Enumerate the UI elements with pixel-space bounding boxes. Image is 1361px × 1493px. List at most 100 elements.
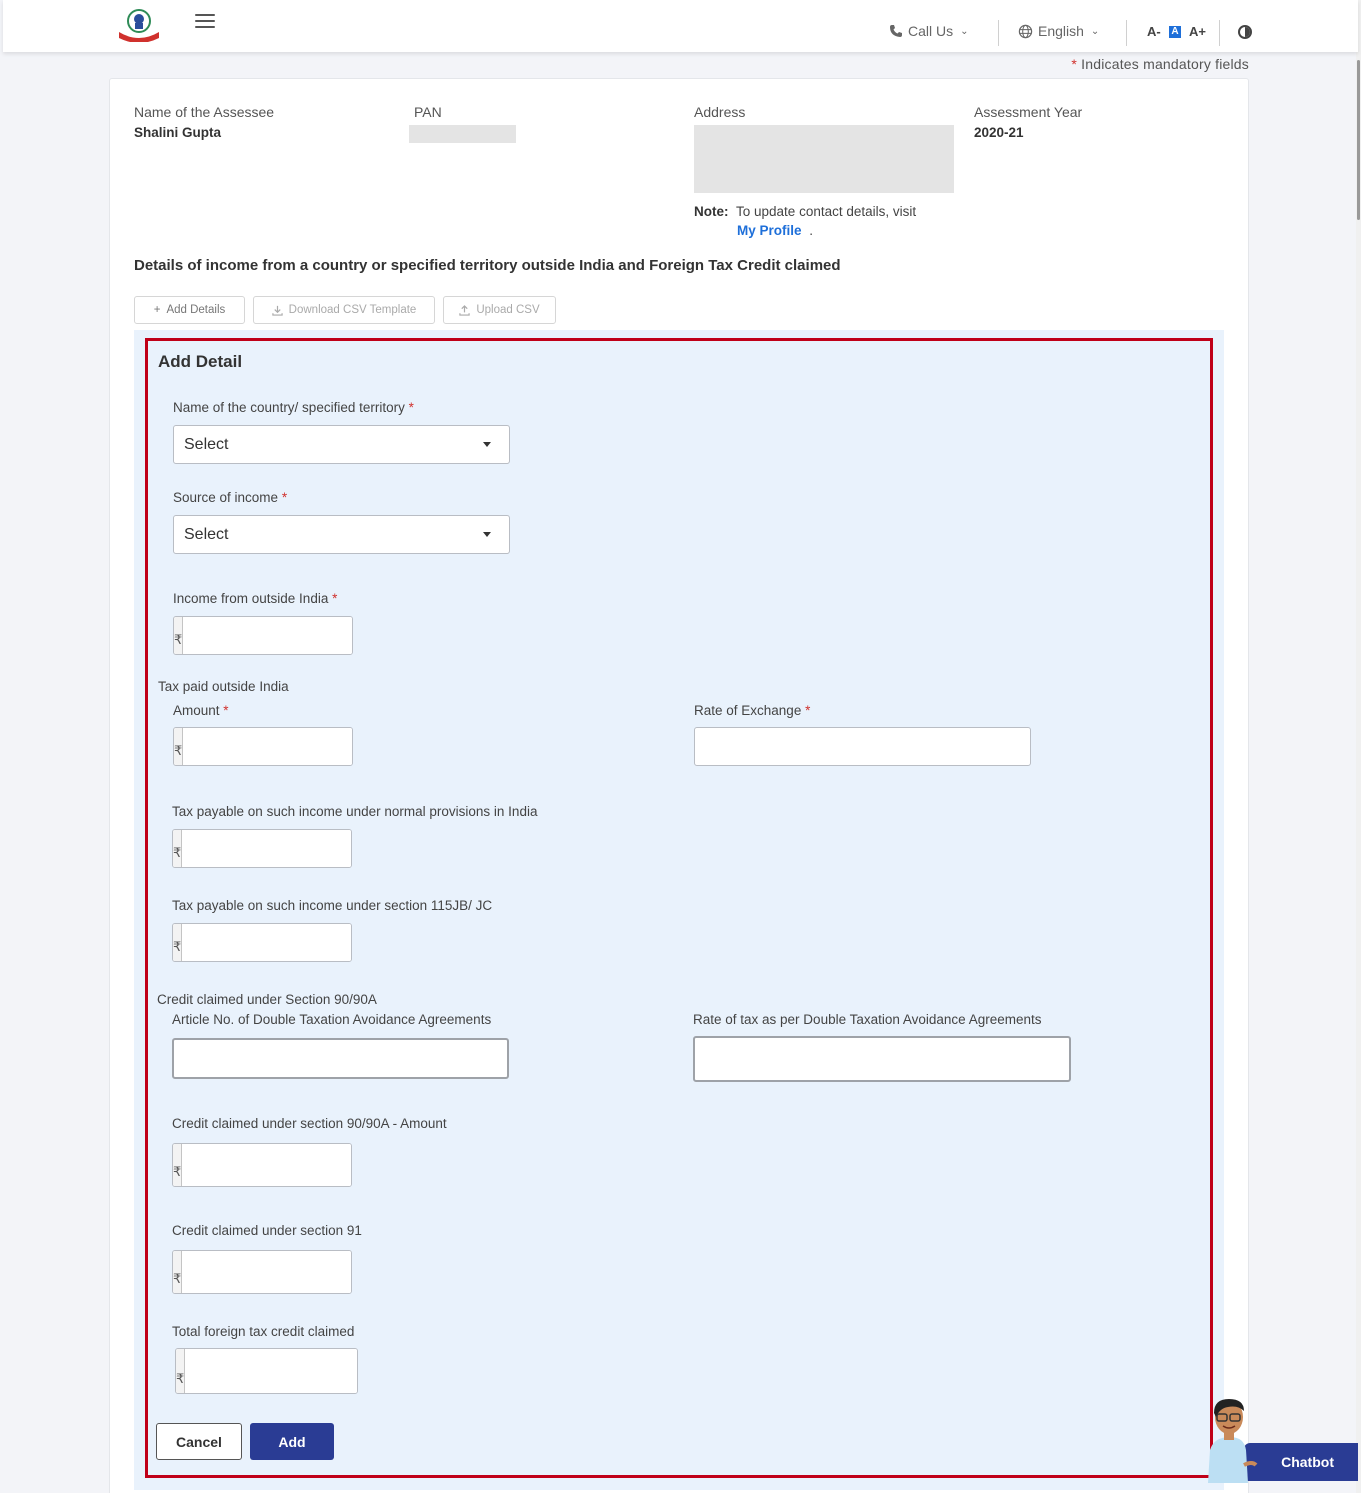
tax-paid-amount-field: ₹ [173,727,353,766]
section-title: Details of income from a country or spec… [134,257,841,274]
divider [1219,20,1220,46]
rate-of-exchange-input[interactable] [694,727,1031,766]
add-details-label: Add Details [166,304,226,316]
pan-label: PAN [414,104,442,120]
language-dropdown[interactable]: English ⌄ [1018,23,1099,39]
chatbot-button[interactable]: Chatbot [1244,1443,1358,1481]
required-asterisk: * [408,400,414,415]
income-label-text: Income from outside India [173,591,329,606]
total-foreign-tax-credit-input[interactable] [185,1349,357,1393]
call-us-label: Call Us [908,23,954,39]
article-no-label: Article No. of Double Taxation Avoidance… [172,1012,492,1027]
add-details-button[interactable]: + Add Details [134,296,245,324]
note-period: . [809,223,814,238]
pan-block: PAN [409,104,516,143]
tax-payable-115jb-field: ₹ [172,923,352,962]
required-asterisk: * [1071,56,1078,72]
rate-of-tax-dtaa-label: Rate of tax as per Double Taxation Avoid… [693,1012,1042,1027]
country-label-text: Name of the country/ specified territory [173,400,405,415]
tax-paid-amount-input[interactable] [183,728,352,765]
credit-90-90a-amount-input[interactable] [182,1144,351,1186]
source-of-income-select[interactable]: Select [173,515,510,554]
amount-label-text: Amount [173,703,220,718]
country-label: Name of the country/ specified territory… [173,400,414,415]
cancel-button[interactable]: Cancel [156,1423,242,1460]
plus-icon: + [153,304,161,316]
tax-payable-normal-label: Tax payable on such income under normal … [172,804,538,819]
amount-label: Amount * [173,703,229,718]
note-label: Note: [694,204,729,219]
source-select-value: Select [184,525,229,543]
language-label: English [1038,23,1084,39]
country-select[interactable]: Select [173,425,510,464]
credit-section-91-field: ₹ [172,1250,352,1294]
tax-payable-115jb-input[interactable] [182,924,351,961]
country-select-value: Select [184,435,229,453]
exchange-label-text: Rate of Exchange [694,703,802,718]
tax-payable-115jb-label: Tax payable on such income under section… [172,898,493,913]
credit-claimed-group-label: Credit claimed under Section 90/90A [157,992,377,1007]
article-no-input[interactable] [172,1038,509,1079]
assessee-name-block: Name of the Assessee Shalini Gupta [134,104,274,140]
tax-payable-normal-input[interactable] [182,830,351,867]
font-increase-button[interactable]: A+ [1189,24,1206,39]
rupee-icon: ₹ [173,1144,183,1186]
required-asterisk: * [281,490,288,505]
add-button[interactable]: Add [250,1423,334,1460]
note-text: To update contact details, visit [736,204,917,219]
top-header: Call Us ⌄ English ⌄ A- A A+ [3,0,1358,52]
divider [1126,20,1127,46]
upload-csv-button[interactable]: Upload CSV [443,296,556,324]
income-outside-india-label: Income from outside India * [173,591,337,606]
assessment-year-block: Assessment Year 2020-21 [974,104,1082,140]
assessment-year-value: 2020-21 [974,125,1024,140]
income-tax-logo[interactable] [115,8,163,43]
chevron-down-icon: ⌄ [1090,25,1100,37]
required-asterisk: * [223,703,229,718]
rupee-icon: ₹ [174,728,184,765]
rupee-icon: ₹ [176,1349,186,1393]
scrollbar-thumb[interactable] [1357,60,1360,220]
address-block: Address [694,104,954,193]
rupee-icon: ₹ [173,1251,183,1293]
font-decrease-button[interactable]: A- [1147,24,1161,39]
caret-down-icon [483,532,491,537]
assessee-name-value: Shalini Gupta [134,125,222,140]
tax-paid-group-label: Tax paid outside India [158,679,289,694]
download-icon [271,305,283,316]
credit-90-90a-amount-label: Credit claimed under section 90/90A - Am… [172,1116,447,1131]
tax-payable-normal-field: ₹ [172,829,352,868]
required-asterisk: * [332,591,338,606]
total-foreign-tax-credit-field: ₹ [175,1348,358,1394]
address-redacted [694,125,954,193]
page-scrollbar[interactable] [1356,0,1361,1493]
call-us-dropdown[interactable]: Call Us ⌄ [889,23,969,39]
add-detail-title: Add Detail [158,352,243,371]
total-foreign-tax-credit-label: Total foreign tax credit claimed [172,1324,355,1339]
required-asterisk: * [805,703,811,718]
pan-redacted [409,125,516,143]
rupee-icon: ₹ [173,924,183,961]
assessee-name-label: Name of the Assessee [134,104,275,120]
globe-icon [1018,24,1033,38]
download-csv-label: Download CSV Template [288,304,417,316]
rupee-icon: ₹ [174,617,184,654]
download-csv-template-button[interactable]: Download CSV Template [253,296,435,324]
font-default-button[interactable]: A [1169,26,1181,38]
contrast-toggle-icon[interactable] [1238,25,1252,39]
source-label: Source of income * [173,490,287,505]
income-outside-india-input[interactable] [183,617,352,654]
rate-of-tax-dtaa-input[interactable] [693,1036,1071,1082]
chatbot-avatar-icon[interactable] [1200,1395,1258,1483]
income-outside-india-field: ₹ [173,616,353,655]
caret-down-icon [483,442,491,447]
rate-of-exchange-label: Rate of Exchange * [694,703,810,718]
mandatory-fields-note: * Indicates mandatory fields [1071,56,1249,72]
credit-section-91-input[interactable] [182,1251,351,1293]
hamburger-menu-button[interactable] [195,14,215,30]
upload-icon [459,304,471,316]
assessment-year-label: Assessment Year [974,104,1083,120]
my-profile-link[interactable]: My Profile [737,223,802,238]
source-label-text: Source of income [173,490,279,505]
rupee-icon: ₹ [173,830,183,867]
